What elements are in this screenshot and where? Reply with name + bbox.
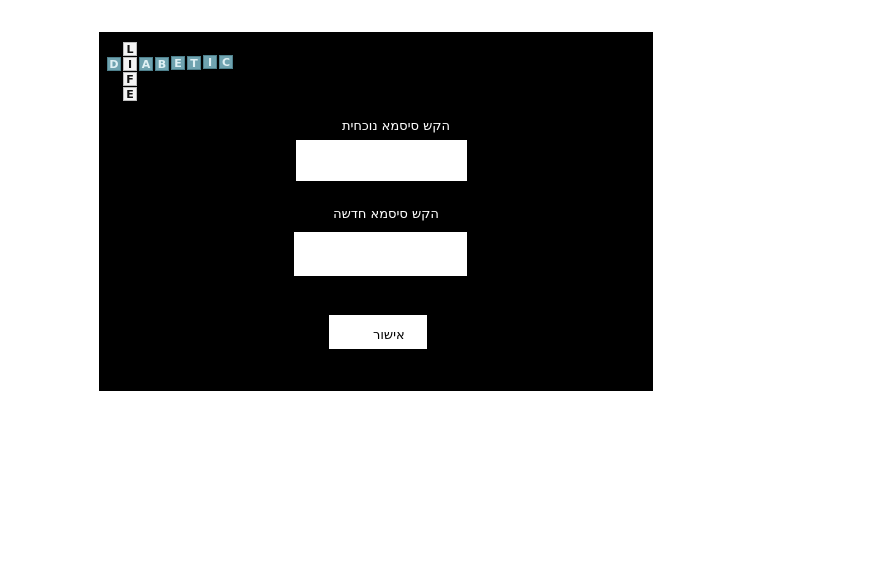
logo-tile: E bbox=[123, 87, 137, 101]
current-password-label: הקש סיסמא נוכחית bbox=[341, 119, 451, 134]
logo-tile: I bbox=[203, 55, 217, 69]
confirm-button[interactable]: אישור bbox=[329, 315, 427, 349]
change-password-panel: L F E D I A B E T I C הקש סיסמא נוכחית ה… bbox=[99, 32, 653, 391]
logo-tile: L bbox=[123, 42, 137, 56]
confirm-button-label: אישור bbox=[373, 328, 405, 343]
logo-tile: E bbox=[171, 56, 185, 70]
logo-tile: B bbox=[155, 57, 169, 71]
diabetic-life-logo: L F E D I A B E T I C bbox=[99, 32, 653, 112]
new-password-label: הקש סיסמא חדשה bbox=[333, 207, 439, 222]
current-password-input[interactable] bbox=[296, 140, 467, 181]
logo-tile: A bbox=[139, 57, 153, 71]
new-password-input[interactable] bbox=[294, 232, 467, 276]
logo-tile: I bbox=[123, 57, 137, 71]
logo-tile: F bbox=[123, 72, 137, 86]
logo-tile: C bbox=[219, 55, 233, 69]
logo-tile: T bbox=[187, 56, 201, 70]
logo-tile: D bbox=[107, 57, 121, 71]
